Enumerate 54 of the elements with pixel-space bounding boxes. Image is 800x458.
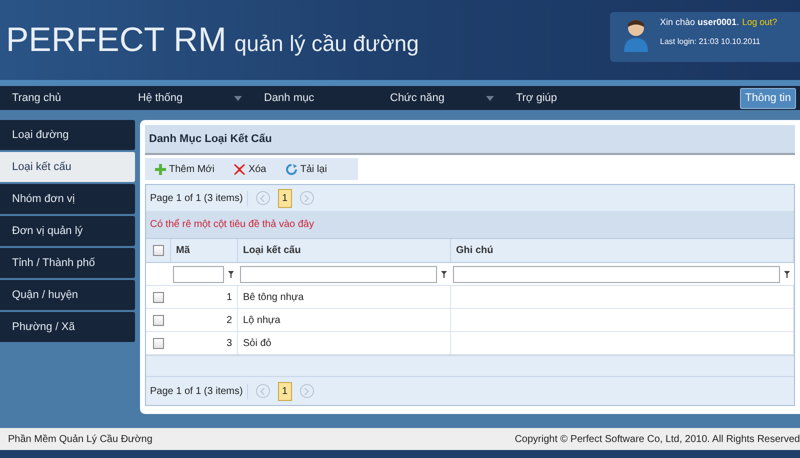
column-header[interactable]: Loại kết cấu: [238, 239, 451, 262]
toolbar-button[interactable]: Thêm Mới: [155, 162, 214, 176]
column-header[interactable]: Mã: [171, 239, 238, 262]
group-hint: Có thể rê một cột tiêu đề thả vào đây: [150, 218, 314, 232]
user-avatar-icon: [622, 18, 650, 52]
filter-field[interactable]: [453, 266, 780, 282]
checkbox[interactable]: [153, 338, 164, 348]
nav-item[interactable]: Chức năng: [390, 90, 444, 106]
close-icon: [234, 164, 246, 174]
nav-item[interactable]: Trang chủ: [12, 90, 62, 106]
nav-item[interactable]: Hệ thống: [138, 90, 183, 106]
checkbox[interactable]: [153, 292, 164, 302]
table-cell-text: 2: [226, 314, 232, 328]
pager-summary: Page 1 of 1 (3 items): [150, 384, 248, 398]
table-cell-text: Bê tông nhựa: [243, 290, 304, 304]
table-cell-text: Lộ nhựa: [243, 314, 280, 328]
app-subtitle: quản lý cầu đường: [234, 30, 419, 58]
nav-item[interactable]: Trợ giúp: [516, 90, 558, 106]
sidebar-item[interactable]: Loại đường: [0, 120, 135, 150]
page-button[interactable]: 1: [278, 188, 292, 208]
table-cell-text: 3: [226, 336, 232, 350]
copyright-text: Copyright © Perfect Software Co, Ltd, 2010. All Rights Reserved: [514, 432, 800, 446]
greeting-text: Xin chào user0001.: [660, 16, 740, 29]
filter-icon[interactable]: [784, 270, 790, 278]
refresh-icon: [286, 164, 298, 174]
info-button[interactable]: Thông tin: [740, 88, 796, 109]
sidebar-item[interactable]: Loại kết cấu: [0, 152, 135, 182]
footer-text: Phần Mềm Quản Lý Cầu Đường: [8, 432, 152, 446]
panel-title: Danh Mục Loại Kết Cấu: [149, 132, 272, 147]
dropdown-caret-icon[interactable]: [486, 96, 494, 100]
filter-icon[interactable]: [441, 270, 447, 278]
nav-item[interactable]: Danh mục: [264, 90, 314, 106]
logout-link[interactable]: Log out?: [742, 16, 778, 30]
sidebar-item[interactable]: Nhóm đơn vị: [0, 184, 135, 214]
toolbar-button[interactable]: Xóa: [234, 162, 266, 176]
page-button[interactable]: 1: [278, 382, 292, 400]
column-header[interactable]: Ghi chú: [451, 239, 794, 262]
pager-summary: Page 1 of 1 (3 items): [150, 190, 248, 206]
table-cell-text: 1: [226, 290, 232, 304]
sidebar-item[interactable]: Quận / huyện: [0, 280, 135, 310]
filter-field[interactable]: [173, 266, 224, 282]
plus-icon: [155, 164, 166, 174]
last-login-text: Last login: 21:03 10.10.2011: [660, 36, 762, 48]
sidebar-item[interactable]: Đơn vị quản lý: [0, 216, 135, 246]
checkbox[interactable]: [152, 245, 164, 256]
filter-icon[interactable]: [228, 270, 234, 278]
table-cell-text: Sỏi đỏ: [243, 336, 272, 350]
app-title: PERFECT RM: [6, 23, 226, 57]
filter-field[interactable]: [240, 266, 437, 282]
checkbox[interactable]: [153, 314, 164, 326]
dropdown-caret-icon[interactable]: [234, 96, 242, 100]
sidebar-item[interactable]: Phường / Xã: [0, 312, 135, 342]
sidebar-item[interactable]: Tỉnh / Thành phố: [0, 248, 135, 278]
toolbar-button[interactable]: Tải lại: [286, 162, 327, 176]
